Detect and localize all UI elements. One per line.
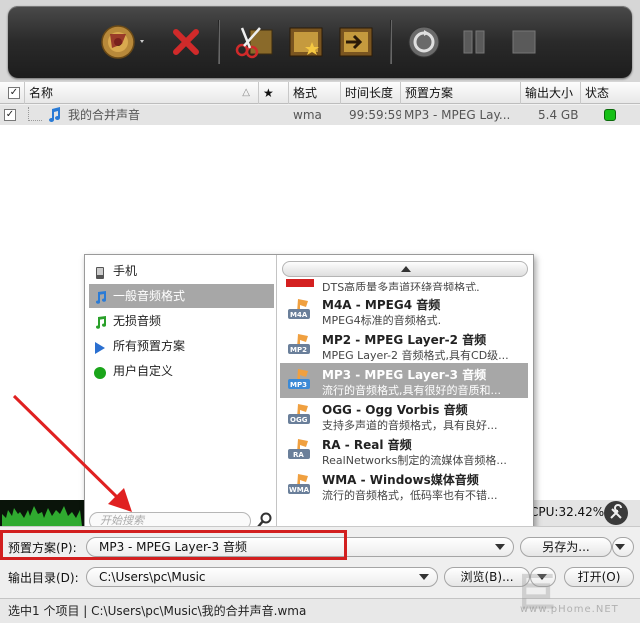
delete-icon[interactable]: [168, 24, 204, 60]
save-as-button[interactable]: 另存为...: [520, 537, 612, 557]
format-item-dts[interactable]: DTS高质量多声道环绕音频格式.: [280, 269, 528, 291]
stop-icon[interactable]: [506, 24, 542, 60]
column-star[interactable]: ★: [258, 82, 288, 104]
m4a-icon: M4A: [286, 297, 314, 325]
tools-icon[interactable]: [604, 501, 628, 525]
format-item-mp3[interactable]: MP3 MP3 - MPEG Layer-3 音频 流行的音频格式,具有很好的音…: [280, 363, 528, 398]
format-item-wma[interactable]: WMA WMA - Windows媒体音频 流行的音频格式，低码率也有不错...: [280, 468, 528, 503]
dts-icon: [286, 279, 314, 287]
watermark-url: www.pHome.NET: [520, 604, 619, 615]
mp2-icon: MP2: [286, 332, 314, 360]
row-name: 我的合并声音: [68, 108, 141, 122]
row-format: wma: [293, 108, 322, 122]
output-dir-select[interactable]: C:\Users\pc\Music: [86, 567, 438, 587]
column-duration[interactable]: 时间长度: [340, 82, 400, 104]
music-note-icon: [93, 289, 107, 304]
save-as-dropdown[interactable]: [612, 537, 634, 557]
pause-icon[interactable]: [456, 24, 492, 60]
output-dir-label: 输出目录(D):: [8, 571, 79, 585]
column-status[interactable]: 状态: [580, 82, 640, 104]
annotation-arrow: [12, 394, 132, 512]
add-media-icon[interactable]: [100, 24, 144, 60]
chevron-down-icon: [615, 544, 625, 550]
cpu-usage: CPU:32.42%: [530, 505, 605, 519]
category-lossless[interactable]: 无损音频: [89, 309, 274, 333]
cut-icon[interactable]: [234, 24, 273, 60]
row-preset: MP3 - MPEG Lay...: [404, 108, 511, 122]
table-row[interactable]: ✓ 我的合并声音 wma 99:59:59 MP3 - MPEG Lay... …: [0, 105, 640, 125]
audio-file-icon: [46, 107, 62, 126]
file-list-header: ✓ 名称 △ ★ 格式 时间长度 预置方案 输出大小 状态: [0, 82, 640, 104]
play-triangle-icon: [93, 339, 107, 354]
ra-icon: RA: [286, 437, 314, 465]
chevron-down-icon: [495, 544, 505, 550]
phone-icon: [93, 264, 107, 279]
tree-line: [28, 107, 42, 121]
chevron-down-icon: [419, 574, 429, 580]
row-size: 5.4 GB: [538, 108, 579, 122]
column-output-size[interactable]: 输出大小: [520, 82, 580, 104]
highlight-box: [0, 530, 347, 560]
category-general-audio[interactable]: 一般音频格式: [89, 284, 274, 308]
toolbar: [8, 6, 632, 78]
green-circle-icon: [93, 364, 107, 379]
row-checkbox[interactable]: ✓: [4, 109, 16, 121]
wma-icon: WMA: [286, 472, 314, 500]
music-note-green-icon: [93, 314, 107, 329]
toolbar-separator: [390, 20, 392, 64]
convert-icon[interactable]: [406, 24, 442, 60]
preset-format-list: DTS高质量多声道环绕音频格式. M4A M4A - MPEG4 音频 MPEG…: [278, 255, 533, 531]
status-ok-icon: [604, 109, 616, 121]
format-item-mp2[interactable]: MP2 MP2 - MPEG Layer-2 音频 MPEG Layer-2 音…: [280, 328, 528, 363]
mp3-icon: MP3: [286, 367, 314, 395]
open-folder-button[interactable]: 打开(O): [564, 567, 634, 587]
format-item-ogg[interactable]: OGG OGG - Ogg Vorbis 音频 支持多声道的音频格式，具有良好.…: [280, 398, 528, 433]
toolbar-separator: [218, 20, 220, 64]
ogg-icon: OGG: [286, 402, 314, 430]
select-all-checkbox[interactable]: ✓: [8, 87, 20, 99]
format-item-m4a[interactable]: M4A M4A - MPEG4 音频 MPEG4标准的音频格式.: [280, 293, 528, 328]
category-all-presets[interactable]: 所有预置方案: [89, 334, 274, 358]
column-format[interactable]: 格式: [288, 82, 340, 104]
merge-icon[interactable]: [338, 24, 374, 60]
row-duration: 99:59:59: [349, 108, 401, 122]
column-name[interactable]: 名称 △: [24, 82, 258, 104]
effects-icon[interactable]: [288, 24, 324, 60]
category-phone[interactable]: 手机: [89, 259, 274, 283]
sort-icon: △: [242, 87, 250, 98]
format-item-ra[interactable]: RA RA - Real 音频 RealNetworks制定的流媒体音频格...: [280, 433, 528, 468]
column-preset[interactable]: 预置方案: [400, 82, 520, 104]
